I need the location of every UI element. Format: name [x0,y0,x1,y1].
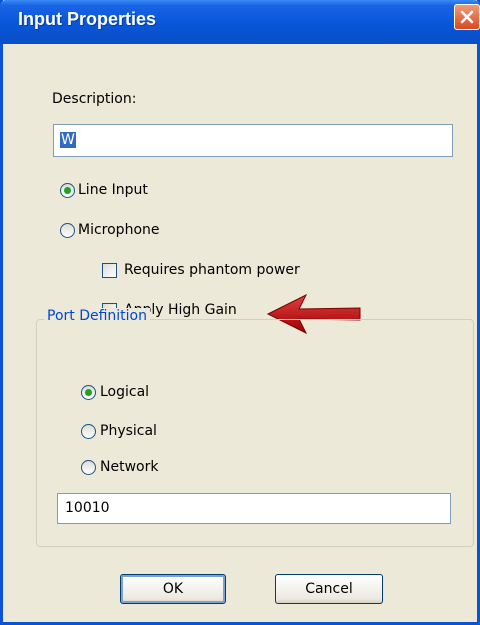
description-value: W [60,132,76,148]
radio-selected-dot [85,389,92,396]
input-properties-dialog: Input Properties Description: W Line Inp… [0,0,480,625]
physical-label[interactable]: Physical [100,423,157,439]
microphone-radio[interactable] [60,223,75,238]
radio-selected-dot [64,187,71,194]
dialog-title: Input Properties [18,9,157,29]
close-button[interactable] [454,4,480,30]
line-input-label[interactable]: Line Input [78,182,148,198]
phantom-power-checkbox[interactable] [102,263,117,278]
port-number-field[interactable]: 10010 [57,493,451,524]
microphone-label[interactable]: Microphone [78,222,160,238]
line-input-radio[interactable] [60,183,75,198]
logical-label[interactable]: Logical [100,384,149,400]
ok-button[interactable]: OK [120,574,226,604]
port-number-value: 10010 [65,500,110,516]
network-radio[interactable] [81,460,96,475]
phantom-power-label[interactable]: Requires phantom power [124,262,300,278]
physical-radio[interactable] [81,424,96,439]
port-definition-title: Port Definition [44,308,150,324]
close-icon [460,10,474,24]
title-bar[interactable]: Input Properties [0,0,480,44]
description-label: Description: [52,91,137,107]
network-label[interactable]: Network [100,459,158,475]
logical-radio[interactable] [81,385,96,400]
description-field[interactable]: W [53,124,453,157]
cancel-button[interactable]: Cancel [275,574,383,604]
